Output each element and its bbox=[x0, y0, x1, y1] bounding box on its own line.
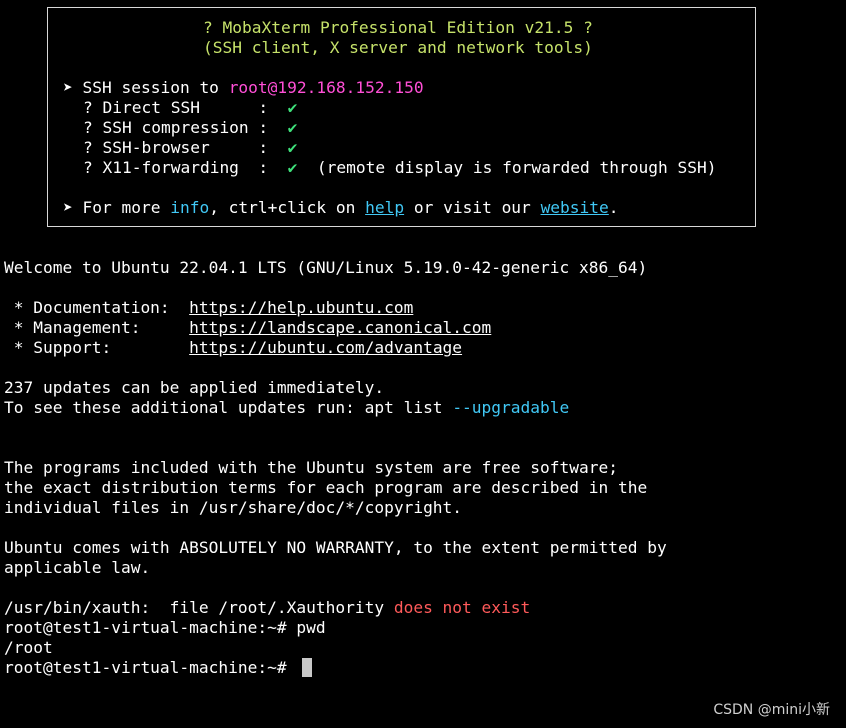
active-prompt-line[interactable]: root@test1-virtual-machine:~# bbox=[4, 658, 296, 678]
updates-hint-line: To see these additional updates run: apt… bbox=[4, 398, 569, 418]
option-label: ? SSH compression : bbox=[83, 118, 288, 137]
updates-line: 237 updates can be applied immediately. bbox=[4, 378, 385, 397]
option-ssh-compression: ? SSH compression : ✔ bbox=[83, 118, 297, 138]
option-x11-forwarding: ? X11-forwarding : ✔ (remote display is … bbox=[83, 158, 717, 178]
option-label: ? Direct SSH : bbox=[83, 98, 288, 117]
csdn-watermark: CSDN @mini小新 bbox=[713, 702, 830, 718]
check-icon: ✔ bbox=[287, 158, 298, 177]
warranty-line-1: Ubuntu comes with ABSOLUTELY NO WARRANTY… bbox=[4, 538, 667, 557]
documentation-link[interactable]: https://help.ubuntu.com bbox=[189, 298, 413, 317]
upgradable-flag: --upgradable bbox=[452, 398, 570, 417]
shell-prompt: root@test1-virtual-machine:~# bbox=[4, 618, 297, 637]
shell-prompt: root@test1-virtual-machine:~# bbox=[4, 658, 297, 677]
command-text: pwd bbox=[296, 618, 326, 637]
more-info-line: ➤ For more info, ctrl+click on help or v… bbox=[63, 198, 619, 218]
check-icon: ✔ bbox=[287, 138, 298, 157]
xauth-prefix: /usr/bin/xauth: file /root/.Xauthority bbox=[4, 598, 394, 617]
mobaxterm-banner: ? MobaXterm Professional Edition v21.5 ?… bbox=[47, 7, 756, 227]
option-label: ? X11-forwarding : bbox=[83, 158, 288, 177]
help-link[interactable]: help bbox=[365, 198, 404, 217]
terminal-cursor bbox=[302, 658, 312, 677]
free-software-line-2: the exact distribution terms for each pr… bbox=[4, 478, 648, 497]
management-label: * Management: bbox=[4, 318, 190, 337]
management-line: * Management: https://landscape.canonica… bbox=[4, 318, 492, 338]
command-output: /root bbox=[4, 638, 53, 657]
check-icon: ✔ bbox=[287, 118, 298, 137]
option-label: ? SSH-browser : bbox=[83, 138, 288, 157]
session-prefix: ➤ SSH session to bbox=[63, 78, 229, 97]
ssh-session-line: ➤ SSH session to root@192.168.152.150 bbox=[63, 78, 424, 98]
documentation-label: * Documentation: bbox=[4, 298, 190, 317]
more-mid2: or visit our bbox=[404, 198, 541, 217]
option-ssh-browser: ? SSH-browser : ✔ bbox=[83, 138, 297, 158]
xauth-line: /usr/bin/xauth: file /root/.Xauthority d… bbox=[4, 598, 530, 618]
website-link[interactable]: website bbox=[541, 198, 609, 217]
session-host: root@192.168.152.150 bbox=[228, 78, 424, 97]
check-icon: ✔ bbox=[287, 98, 298, 117]
xauth-error: does not exist bbox=[393, 598, 531, 617]
warranty-line-2: applicable law. bbox=[4, 558, 151, 577]
free-software-line-3: individual files in /usr/share/doc/*/cop… bbox=[4, 498, 463, 517]
management-link[interactable]: https://landscape.canonical.com bbox=[189, 318, 491, 337]
x11-note: (remote display is forwarded through SSH… bbox=[297, 158, 717, 177]
banner-subtitle: (SSH client, X server and network tools) bbox=[203, 38, 593, 57]
command-line-pwd: root@test1-virtual-machine:~# pwd bbox=[4, 618, 326, 638]
documentation-line: * Documentation: https://help.ubuntu.com bbox=[4, 298, 414, 318]
info-link[interactable]: info bbox=[170, 198, 209, 217]
more-prefix: ➤ For more bbox=[63, 198, 171, 217]
banner-title: ? MobaXterm Professional Edition v21.5 ? bbox=[203, 18, 593, 37]
updates-hint-prefix: To see these additional updates run: apt… bbox=[4, 398, 453, 417]
more-mid: , ctrl+click on bbox=[209, 198, 366, 217]
more-end: . bbox=[608, 198, 619, 217]
free-software-line-1: The programs included with the Ubuntu sy… bbox=[4, 458, 618, 477]
terminal-window[interactable]: ? MobaXterm Professional Edition v21.5 ?… bbox=[0, 0, 846, 728]
option-direct-ssh: ? Direct SSH : ✔ bbox=[83, 98, 297, 118]
support-line: * Support: https://ubuntu.com/advantage bbox=[4, 338, 462, 358]
welcome-line: Welcome to Ubuntu 22.04.1 LTS (GNU/Linux… bbox=[4, 258, 648, 277]
support-label: * Support: bbox=[4, 338, 190, 357]
support-link[interactable]: https://ubuntu.com/advantage bbox=[189, 338, 462, 357]
